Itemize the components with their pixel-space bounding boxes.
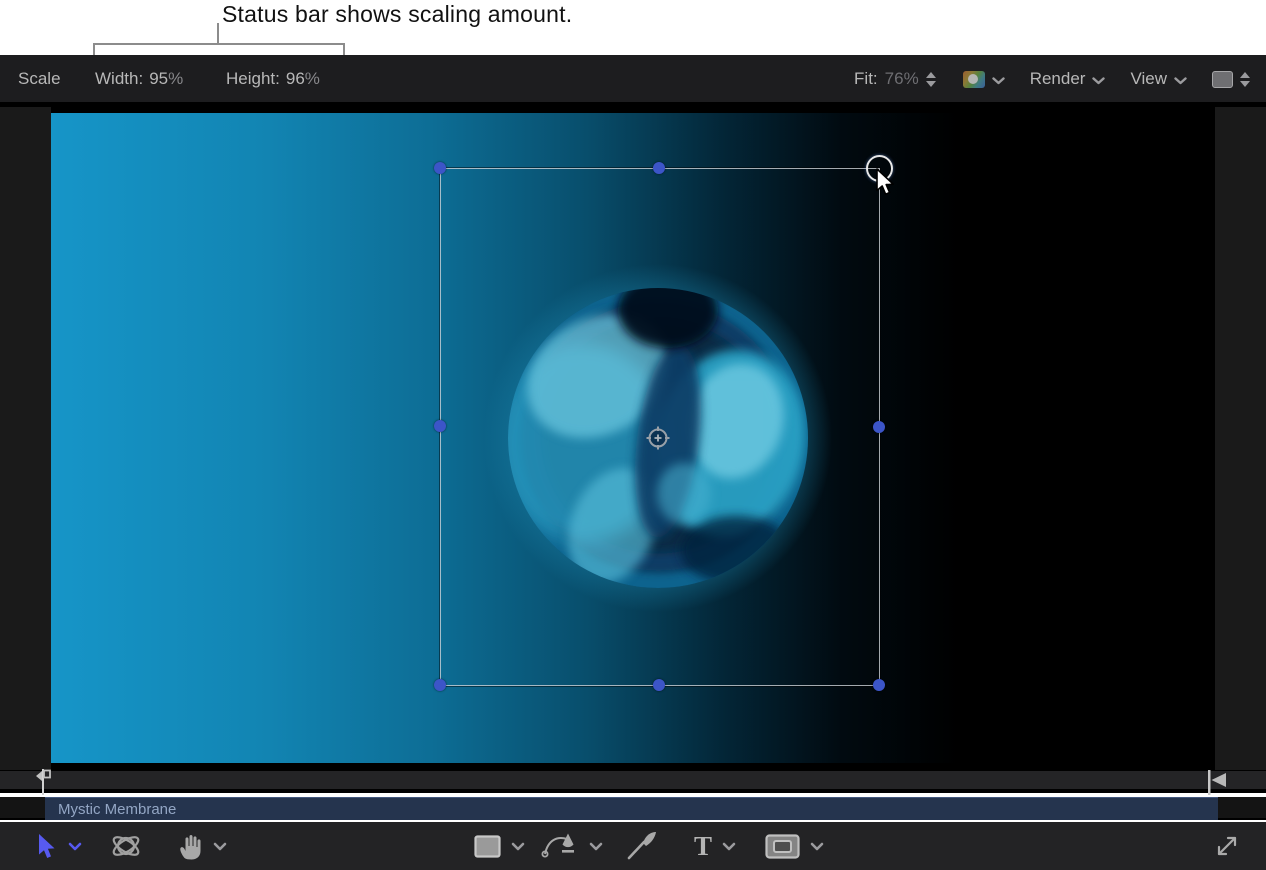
height-value: 96 [286,69,305,89]
timeline-track-row: Mystic Membrane [0,797,1266,820]
callout-bracket-tick-right [343,43,345,55]
fit-label: Fit: [854,69,878,89]
expand-timing-pane-button[interactable] [1211,822,1243,870]
chevron-down-icon[interactable] [589,842,603,851]
selection-handle-top-center[interactable] [653,162,665,174]
playhead-pin-icon[interactable] [34,767,52,797]
render-label: Render [1030,69,1086,89]
viewport-margin-right [1215,107,1266,770]
fit-value: 76% [885,69,919,89]
image-mask-tool[interactable] [765,822,824,870]
cursor-arrow-icon [872,167,900,197]
chevron-down-icon[interactable] [213,842,227,851]
timebar-label: Mystic Membrane [58,801,176,818]
mini-timeline[interactable] [0,770,1266,793]
paintbrush-icon [625,831,659,861]
height-label: Height: [226,69,280,89]
window-layout-icon [1212,71,1233,88]
stepper-icon[interactable] [926,72,936,87]
callout-text: Status bar shows scaling amount. [222,1,572,28]
rectangle-shape-tool[interactable] [474,822,525,870]
selection-handle-bottom-center[interactable] [653,679,665,691]
select-arrow-icon [34,832,58,860]
chevron-down-icon [1092,77,1103,84]
width-unit: % [168,69,183,89]
image-mask-icon [765,834,800,859]
render-menu[interactable]: Render [1030,69,1104,89]
selection-handle-top-left[interactable] [434,162,446,174]
view-menu[interactable]: View [1130,69,1185,89]
bottom-toolbar: T [0,822,1266,870]
window-layout-control[interactable] [1212,71,1250,88]
anchor-point-icon[interactable] [645,425,671,451]
chevron-down-icon[interactable] [68,842,82,851]
select-transform-tool[interactable] [34,822,82,870]
callout-bracket-stem [217,23,219,43]
stepper-icon[interactable] [1240,72,1250,87]
selection-handle-bottom-right[interactable] [873,679,885,691]
hand-icon [175,831,203,861]
status-bar: Scale Width: 95 % Height: 96 % Fit: 76% [0,55,1266,103]
3d-transform-tool[interactable] [110,822,142,870]
text-tool[interactable]: T [694,822,736,870]
color-channels-menu[interactable] [963,71,1003,88]
pan-hand-tool[interactable] [175,822,227,870]
end-marker-icon[interactable] [1202,769,1232,796]
timebar-mystic-membrane[interactable]: Mystic Membrane [45,797,1218,820]
orbit-3d-icon [110,830,142,862]
motion-canvas-window: Status bar shows scaling amount. Scale W… [0,0,1266,870]
fit-zoom-control[interactable]: Fit: 76% [854,69,936,89]
status-height-readout: Height: 96 % [226,55,320,103]
viewport-margin-left [0,107,51,770]
chevron-down-icon[interactable] [810,842,824,851]
height-unit: % [305,69,320,89]
chevron-down-icon [992,77,1003,84]
chevron-down-icon[interactable] [511,842,525,851]
rect-tool-icon [474,835,501,858]
bezier-pen-icon [541,832,579,860]
width-value: 95 [149,69,168,89]
selection-handle-middle-left[interactable] [434,420,446,432]
view-label: View [1130,69,1167,89]
status-mode-label: Scale [18,55,61,103]
bezier-pen-tool[interactable] [541,822,603,870]
chevron-down-icon [1174,77,1185,84]
paint-stroke-tool[interactable] [625,822,659,870]
text-tool-icon: T [694,831,712,862]
color-channels-icon [963,71,985,88]
callout-bracket [93,43,345,45]
chevron-down-icon[interactable] [722,842,736,851]
width-label: Width: [95,69,143,89]
selection-handle-middle-right[interactable] [873,421,885,433]
expand-diagonal-icon [1211,830,1243,862]
canvas-viewport [0,103,1266,770]
status-width-readout: Width: 95 % [95,55,183,103]
callout-bracket-tick-left [93,43,95,55]
selection-handle-bottom-left[interactable] [434,679,446,691]
